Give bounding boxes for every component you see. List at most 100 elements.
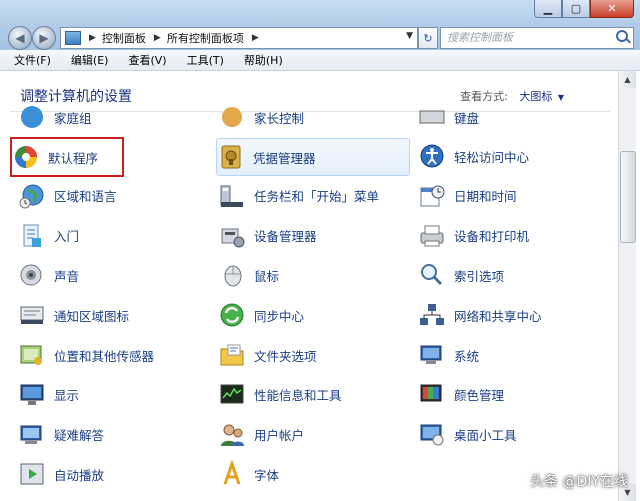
control-panel-item-label: 同步中心	[254, 308, 305, 324]
vertical-scrollbar[interactable]: ▲ ▼	[618, 71, 636, 501]
control-panel-item[interactable]: 用户帐户	[218, 417, 408, 453]
getting-started-icon	[18, 222, 46, 250]
control-panel-item[interactable]: 鼠标	[218, 257, 408, 293]
troubleshooting-icon	[18, 421, 46, 449]
network-sharing-icon	[418, 301, 446, 329]
control-panel-item-label: 桌面小工具	[454, 428, 517, 444]
control-panel-item[interactable]: 区域和语言	[18, 178, 208, 214]
control-panel-item[interactable]: 键盘	[418, 99, 608, 135]
control-panel-item[interactable]: 任务栏和「开始」菜单	[218, 178, 408, 214]
scroll-thumb[interactable]	[620, 151, 636, 243]
control-panel-item-label: 家庭组	[54, 110, 92, 126]
content-area: 调整计算机的设置 查看方式: 大图标 ▼ 家庭组 家长控制 键盘 默认程序 凭据管理器轻…	[0, 71, 614, 501]
control-panel-item[interactable]: 字体	[218, 456, 408, 492]
control-panel-item-label: 自动播放	[54, 467, 105, 483]
control-panel-item-label: 文件夹选项	[254, 348, 317, 364]
control-panel-item-label: 键盘	[454, 110, 480, 126]
homegroup-icon	[18, 103, 46, 131]
control-panel-item-label: 任务栏和「开始」菜单	[254, 189, 380, 205]
control-panel-item[interactable]: 日期和时间	[418, 178, 608, 214]
desktop-gadgets-icon	[418, 421, 446, 449]
search-icon[interactable]	[616, 30, 628, 42]
control-panel-item-label: 索引选项	[454, 268, 505, 284]
control-panel-item[interactable]: 同步中心	[218, 297, 408, 333]
control-panel-item[interactable]: 凭据管理器	[216, 138, 410, 176]
display-icon	[18, 381, 46, 409]
arrow-right-icon: ▶	[39, 31, 49, 45]
breadcrumb-separator-icon: ▶	[89, 33, 96, 43]
control-panel-item-label: 凭据管理器	[253, 150, 316, 166]
close-button[interactable]: ✕	[590, 0, 634, 18]
breadcrumb-separator-icon: ▶	[153, 33, 161, 43]
arrow-left-icon: ◀	[15, 31, 25, 45]
menu-file[interactable]: 文件(F)	[0, 52, 57, 68]
control-panel-item[interactable]: 桌面小工具	[418, 417, 608, 453]
control-panel-item-label: 鼠标	[254, 268, 280, 284]
control-panel-item[interactable]: 设备和打印机	[418, 218, 608, 254]
maximize-button[interactable]: ▢	[562, 0, 590, 18]
control-panel-item[interactable]: 网络和共享中心	[418, 297, 608, 333]
control-panel-item[interactable]: 家长控制	[218, 99, 408, 135]
control-panel-item[interactable]: 默认程序	[10, 137, 124, 177]
back-button[interactable]: ◀	[8, 26, 32, 50]
region-language-icon	[18, 182, 46, 210]
minimize-button[interactable]: ▁	[534, 0, 562, 18]
menu-help[interactable]: 帮助(H)	[230, 52, 289, 68]
control-panel-item-label: 声音	[54, 268, 80, 284]
control-panel-item[interactable]: 自动播放	[18, 456, 208, 492]
control-panel-item[interactable]: 家庭组	[18, 99, 208, 135]
control-panel-item-label: 日期和时间	[454, 189, 517, 205]
control-panel-item-label: 网络和共享中心	[454, 308, 542, 324]
control-panel-item[interactable]: 索引选项	[418, 257, 608, 293]
control-panel-item[interactable]: 颜色管理	[418, 377, 608, 413]
breadcrumb-all-items[interactable]: 所有控制面板项	[167, 30, 244, 46]
menu-edit[interactable]: 编辑(E)	[57, 52, 115, 68]
watermark: 头条 @DIY在线	[530, 474, 628, 490]
control-panel-item[interactable]: 显示	[18, 377, 208, 413]
control-panel-item-label: 区域和语言	[54, 189, 117, 205]
window-controls: ▁ ▢ ✕	[534, 0, 634, 18]
forward-button[interactable]: ▶	[32, 26, 56, 50]
control-panel-item[interactable]: 轻松访问中心	[418, 138, 608, 174]
menu-tools[interactable]: 工具(T)	[173, 52, 230, 68]
user-accounts-icon	[218, 421, 246, 449]
indexing-options-icon	[418, 261, 446, 289]
sync-center-icon	[218, 301, 246, 329]
control-panel-item[interactable]: 位置和其他传感器	[18, 337, 208, 373]
menu-view[interactable]: 查看(V)	[114, 52, 172, 68]
control-panel-item[interactable]: 声音	[18, 257, 208, 293]
performance-icon	[218, 381, 246, 409]
fonts-icon	[218, 459, 246, 488]
address-dropdown-icon[interactable]: ▼	[406, 31, 413, 41]
date-time-icon	[418, 182, 446, 210]
control-panel-item[interactable]: 系统	[418, 337, 608, 373]
breadcrumb-separator-icon: ▶	[251, 33, 259, 43]
menu-bar: 文件(F) 编辑(E) 查看(V) 工具(T) 帮助(H)	[0, 50, 640, 71]
control-panel-item-label: 家长控制	[254, 110, 305, 126]
taskbar-icon	[218, 182, 246, 210]
control-panel-item[interactable]: 通知区域图标	[18, 297, 208, 333]
control-panel-item[interactable]: 文件夹选项	[218, 337, 408, 373]
control-panel-item-label: 系统	[454, 348, 480, 364]
control-panel-item[interactable]: 疑难解答	[18, 417, 208, 453]
control-panel-item-label: 疑难解答	[54, 428, 105, 444]
scroll-up-icon[interactable]: ▲	[619, 71, 636, 88]
color-management-icon	[418, 381, 446, 409]
search-input[interactable]	[441, 28, 607, 46]
keyboard-icon	[418, 103, 446, 131]
control-panel-item-label: 显示	[54, 388, 80, 404]
control-panel-item-label: 性能信息和工具	[254, 388, 342, 404]
control-panel-item[interactable]: 设备管理器	[218, 218, 408, 254]
refresh-button[interactable]: ↻	[418, 27, 438, 49]
control-panel-item-label: 入门	[54, 229, 80, 245]
control-panel-item-label: 设备和打印机	[454, 229, 530, 245]
address-bar[interactable]: ▶ 控制面板 ▶ 所有控制面板项 ▶ ▼	[60, 27, 418, 49]
control-panel-item[interactable]: 性能信息和工具	[218, 377, 408, 413]
autoplay-icon	[18, 460, 46, 488]
breadcrumb-control-panel[interactable]: 控制面板	[102, 30, 146, 46]
search-box[interactable]	[440, 27, 634, 49]
control-panel-item[interactable]: 入门	[18, 218, 208, 254]
control-panel-item-label: 用户帐户	[254, 428, 305, 444]
control-panel-item-label: 字体	[254, 467, 280, 483]
system-icon	[418, 341, 446, 369]
